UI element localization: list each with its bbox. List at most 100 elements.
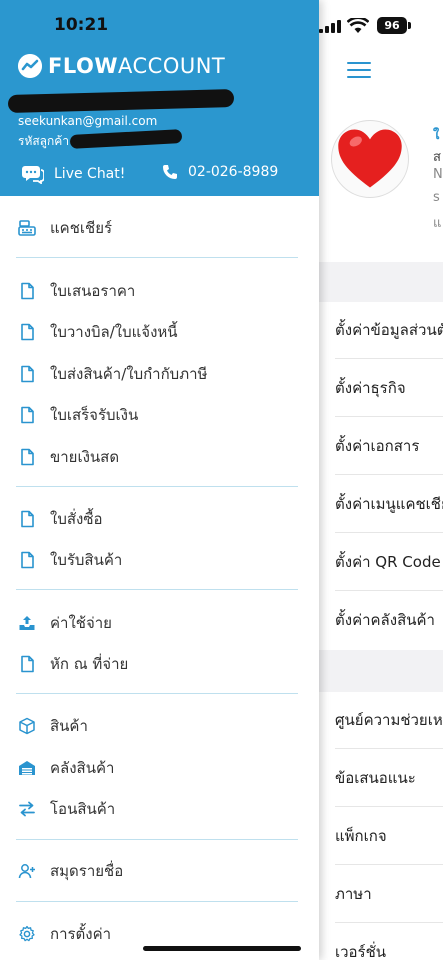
menu-item-withholding-tax[interactable]: หัก ณ ที่จ่าย <box>18 652 128 676</box>
menu-item-cash-sale[interactable]: ขายเงินสด <box>18 445 119 469</box>
settings-row-profile[interactable]: ตั้งค่าข้อมูลส่วนตัว <box>335 318 443 342</box>
user-email: seekunkan@gmail.com <box>18 114 158 128</box>
menu-item-products[interactable]: สินค้า <box>18 714 88 738</box>
flowaccount-logo-icon <box>18 54 42 78</box>
row-divider <box>335 532 443 533</box>
menu-label: ใบสั่งซื้อ <box>50 510 103 528</box>
menu-divider <box>16 901 298 902</box>
main-page-behind-drawer: 96 ใ ส N s แ ตั้งค่าข้อมูลส่วนตัว ตั้งค่… <box>319 0 443 960</box>
section-gap <box>319 262 443 302</box>
settings-row-documents[interactable]: ตั้งค่าเอกสาร <box>335 434 419 458</box>
settings-row-cashier-menu[interactable]: ตั้งค่าเมนูแคชเชียร์ <box>335 492 443 516</box>
settings-row-warehouse[interactable]: ตั้งค่าคลังสินค้า <box>335 608 435 632</box>
menu-item-goods-receipt[interactable]: ใบรับสินค้า <box>18 548 122 572</box>
redacted-customer-id <box>69 129 183 149</box>
menu-item-tax-invoice[interactable]: ใบส่งสินค้า/ใบกำกับภาษี <box>18 362 207 386</box>
menu-item-receipt[interactable]: ใบเสร็จรับเงิน <box>18 403 138 427</box>
profile-name-peek: ใ <box>433 128 440 143</box>
menu-label: ใบรับสินค้า <box>50 551 123 569</box>
menu-label: ใบเสร็จรับเงิน <box>50 406 139 424</box>
live-chat-button[interactable]: Live Chat! <box>22 164 125 184</box>
menu-item-expense[interactable]: ค่าใช้จ่าย <box>18 611 112 635</box>
add-person-icon <box>18 864 35 879</box>
wifi-icon <box>347 18 369 33</box>
phone-number: 02-026-8989 <box>188 164 279 180</box>
menu-label: ขายเงินสด <box>50 448 120 466</box>
document-icon <box>21 406 34 424</box>
hamburger-menu-icon[interactable] <box>347 62 371 80</box>
navigation-drawer: 10:21 FLOWACCOUNT seekunkan@gmail.com รห… <box>0 0 319 960</box>
settings-row-qr-code[interactable]: ตั้งค่า QR Code <box>335 550 441 574</box>
customer-id-label: รหัสลูกค้า <box>18 134 70 148</box>
settings-row-version[interactable]: เวอร์ชั่น <box>335 940 386 960</box>
box-icon <box>19 717 35 735</box>
menu-divider <box>16 589 298 590</box>
cellular-signal-icon <box>319 20 341 33</box>
menu-item-contacts[interactable]: สมุดรายชื่อ <box>18 859 123 883</box>
document-icon <box>21 365 34 383</box>
menu-label: การตั้งค่า <box>50 925 112 943</box>
menu-item-warehouse[interactable]: คลังสินค้า <box>18 756 114 780</box>
document-icon <box>21 323 34 341</box>
menu-divider <box>16 257 298 258</box>
menu-label: ใบส่งสินค้า/ใบกำกับภาษี <box>50 365 208 383</box>
flowaccount-logo: FLOWACCOUNT <box>18 54 225 78</box>
drawer-header: 10:21 FLOWACCOUNT seekunkan@gmail.com รห… <box>0 0 319 196</box>
row-divider <box>335 806 443 807</box>
menu-divider <box>16 839 298 840</box>
status-time: 10:21 <box>54 15 109 35</box>
document-icon <box>21 282 34 300</box>
battery-icon: 96 <box>377 17 407 34</box>
menu-item-settings[interactable]: การตั้งค่า <box>18 922 111 946</box>
warehouse-icon <box>19 761 35 775</box>
document-icon <box>21 551 34 569</box>
menu-label: แคชเชียร์ <box>50 219 113 237</box>
row-divider <box>335 358 443 359</box>
phone-call-button[interactable]: 02-026-8989 <box>162 164 278 180</box>
menu-item-purchase-order[interactable]: ใบสั่งซื้อ <box>18 507 103 531</box>
settings-row-language[interactable]: ภาษา <box>335 882 372 906</box>
profile-line-peek: ส <box>433 150 441 165</box>
settings-row-business[interactable]: ตั้งค่าธุรกิจ <box>335 376 406 400</box>
brand-name: FLOWACCOUNT <box>48 54 226 78</box>
menu-item-quotation[interactable]: ใบเสนอราคา <box>18 279 135 303</box>
menu-label: ใบเสนอราคา <box>50 282 136 300</box>
menu-label: ค่าใช้จ่าย <box>50 614 112 632</box>
menu-divider <box>16 486 298 487</box>
menu-item-billing-note[interactable]: ใบวางบิล/ใบแจ้งหนี้ <box>18 320 178 344</box>
section-gap <box>319 650 443 692</box>
document-icon <box>21 655 34 673</box>
heart-icon <box>338 129 402 188</box>
menu-item-cashier[interactable]: แคชเชียร์ <box>18 216 112 240</box>
profile-line-peek: s <box>433 190 440 205</box>
menu-label: หัก ณ ที่จ่าย <box>50 655 129 673</box>
settings-row-feedback[interactable]: ข้อเสนอแนะ <box>335 766 416 790</box>
chat-bubble-icon <box>22 166 44 184</box>
redacted-name <box>7 89 235 113</box>
row-divider <box>335 590 443 591</box>
menu-item-stock-transfer[interactable]: โอนสินค้า <box>18 797 115 821</box>
status-icons: 96 <box>319 14 443 38</box>
phone-icon <box>163 165 177 179</box>
menu-label: โอนสินค้า <box>50 800 116 818</box>
upload-tray-icon <box>19 616 35 630</box>
cash-register-icon <box>18 220 36 236</box>
menu-label: สมุดรายชื่อ <box>50 862 124 880</box>
row-divider <box>335 922 443 923</box>
row-divider <box>335 748 443 749</box>
profile-line-peek: แ <box>433 216 442 231</box>
menu-label: คลังสินค้า <box>50 759 115 777</box>
home-indicator[interactable] <box>143 946 301 951</box>
menu-divider <box>16 693 298 694</box>
settings-row-help-center[interactable]: ศูนย์ความช่วยเหลือ <box>335 708 443 732</box>
menu-label: สินค้า <box>50 717 88 735</box>
live-chat-label: Live Chat! <box>54 166 126 182</box>
profile-line-peek: N <box>433 167 443 182</box>
settings-row-package[interactable]: แพ็กเกจ <box>335 824 387 848</box>
row-divider <box>335 416 443 417</box>
row-divider <box>335 474 443 475</box>
document-icon <box>21 510 34 528</box>
menu-label: ใบวางบิล/ใบแจ้งหนี้ <box>50 323 178 341</box>
row-divider <box>335 864 443 865</box>
gear-icon <box>19 925 35 942</box>
